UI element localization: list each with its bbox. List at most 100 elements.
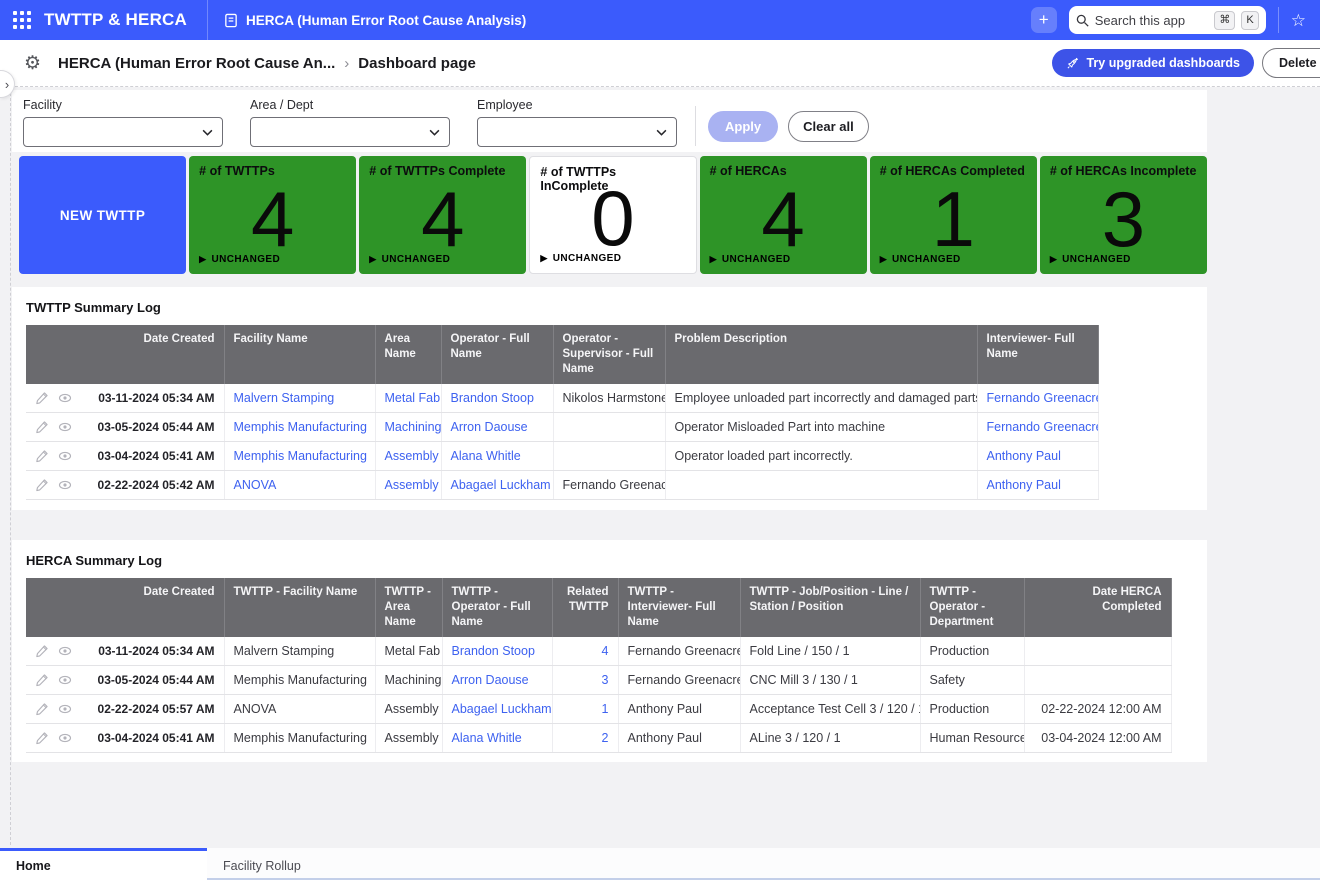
interviewer-link[interactable]: Fernando Greenacre: [977, 413, 1098, 442]
area-link[interactable]: Assembly: [375, 442, 441, 471]
view-eye-icon[interactable]: [58, 391, 72, 405]
interviewer-link[interactable]: Anthony Paul: [977, 471, 1098, 500]
kpi-trend-label: UNCHANGED: [1062, 254, 1131, 265]
view-eye-icon[interactable]: [58, 449, 72, 463]
kpi-card[interactable]: # of TWTTPs InComplete0▶UNCHANGED: [529, 156, 696, 274]
facility-link[interactable]: Malvern Stamping: [224, 384, 375, 413]
area-cell: Machining: [375, 666, 442, 695]
related-link[interactable]: 3: [552, 666, 618, 695]
app-grid-icon[interactable]: [12, 10, 32, 30]
edit-pencil-icon[interactable]: [35, 391, 49, 405]
add-button[interactable]: +: [1031, 7, 1057, 33]
edit-pencil-icon[interactable]: [35, 702, 49, 716]
job-cell: Acceptance Test Cell 3 / 120 / 1: [740, 695, 920, 724]
edit-pencil-icon[interactable]: [35, 644, 49, 658]
kpi-value: 0: [591, 179, 634, 257]
view-eye-icon[interactable]: [58, 731, 72, 745]
interviewer-link[interactable]: Anthony Paul: [977, 442, 1098, 471]
supervisor-cell: [553, 442, 665, 471]
kpi-trend-label: UNCHANGED: [892, 254, 961, 265]
area-dept-filter: Area / Dept: [250, 98, 450, 147]
column-header: TWTTP - Operator - Full Name: [442, 578, 552, 637]
breadcrumb-app-name[interactable]: HERCA (Human Error Root Cause An...: [58, 55, 335, 72]
clear-all-button[interactable]: Clear all: [788, 111, 869, 142]
page-tab-label: HERCA (Human Error Root Cause Analysis): [246, 13, 526, 28]
related-link[interactable]: 2: [552, 724, 618, 753]
delete-button[interactable]: Delete sa: [1262, 48, 1320, 78]
operator-link[interactable]: Arron Daouse: [442, 666, 552, 695]
view-eye-icon[interactable]: [58, 420, 72, 434]
job-cell: Fold Line / 150 / 1: [740, 637, 920, 666]
related-link[interactable]: 4: [552, 637, 618, 666]
column-header: TWTTP - Job/Position - Line / Station / …: [740, 578, 920, 637]
top-app-bar: TWTTP & HERCA HERCA (Human Error Root Ca…: [0, 0, 1320, 40]
footer-tab-home[interactable]: Home: [0, 848, 207, 880]
employee-label: Employee: [477, 98, 677, 112]
operator-link[interactable]: Arron Daouse: [441, 413, 553, 442]
edit-pencil-icon[interactable]: [35, 731, 49, 745]
chevron-down-icon: [202, 129, 213, 136]
search-input[interactable]: Search this app ⌘ K: [1069, 6, 1266, 34]
facility-link[interactable]: ANOVA: [224, 471, 375, 500]
employee-filter: Employee: [477, 98, 677, 147]
view-eye-icon[interactable]: [58, 702, 72, 716]
operator-link[interactable]: Brandon Stoop: [441, 384, 553, 413]
facility-select[interactable]: [23, 117, 223, 147]
twttp-summary-table: Date CreatedFacility NameArea NameOperat…: [26, 325, 1099, 500]
actions-date-cell: 03-11-2024 05:34 AM: [26, 384, 224, 413]
kpi-value: 3: [1102, 180, 1145, 258]
try-upgraded-dashboards-button[interactable]: Try upgraded dashboards: [1052, 49, 1254, 77]
employee-select[interactable]: [477, 117, 677, 147]
footer-tab-facility-rollup[interactable]: Facility Rollup: [207, 848, 317, 880]
area-link[interactable]: Assembly: [375, 471, 441, 500]
edit-pencil-icon[interactable]: [35, 420, 49, 434]
edit-pencil-icon[interactable]: [35, 673, 49, 687]
supervisor-cell: Fernando Greenacre: [553, 471, 665, 500]
operator-link[interactable]: Alana Whitle: [442, 724, 552, 753]
dept-cell: Production: [920, 695, 1024, 724]
kpi-trend-label: UNCHANGED: [211, 254, 280, 265]
actions-date-cell: 03-05-2024 05:44 AM: [26, 413, 224, 442]
operator-link[interactable]: Abagael Luckham: [441, 471, 553, 500]
related-link[interactable]: 1: [552, 695, 618, 724]
area-link[interactable]: Metal Fab: [375, 384, 441, 413]
view-eye-icon[interactable]: [58, 673, 72, 687]
actions-date-cell: 03-04-2024 05:41 AM: [26, 442, 224, 471]
settings-gear-icon[interactable]: ⚙: [24, 54, 41, 73]
new-twttp-button[interactable]: NEW TWTTP: [19, 156, 186, 274]
view-eye-icon[interactable]: [58, 478, 72, 492]
table-row: 03-04-2024 05:41 AMMemphis Manufacturing…: [26, 724, 1171, 753]
edit-pencil-icon[interactable]: [35, 449, 49, 463]
problem-cell: Employee unloaded part incorrectly and d…: [665, 384, 977, 413]
interviewer-link[interactable]: Fernando Greenacre: [977, 384, 1098, 413]
operator-link[interactable]: Alana Whitle: [441, 442, 553, 471]
kpi-card[interactable]: # of HERCAs Incomplete3▶UNCHANGED: [1040, 156, 1207, 274]
edit-pencil-icon[interactable]: [35, 478, 49, 492]
kpi-trend: ▶UNCHANGED: [880, 254, 961, 265]
apply-button[interactable]: Apply: [708, 111, 778, 142]
rocket-icon: [1066, 57, 1079, 70]
play-triangle-icon: ▶: [710, 254, 717, 265]
date-created-value: 02-22-2024 05:57 AM: [98, 702, 215, 716]
area-link[interactable]: Machining: [375, 413, 441, 442]
date-created-value: 03-04-2024 05:41 AM: [98, 449, 215, 463]
kpi-card[interactable]: # of TWTTPs4▶UNCHANGED: [189, 156, 356, 274]
view-eye-icon[interactable]: [58, 644, 72, 658]
area-dept-label: Area / Dept: [250, 98, 450, 112]
new-twttp-label: NEW TWTTP: [60, 208, 145, 223]
twttp-summary-title: TWTTP Summary Log: [12, 287, 1207, 325]
operator-link[interactable]: Brandon Stoop: [442, 637, 552, 666]
chevron-down-icon: [429, 129, 440, 136]
kpi-card[interactable]: # of HERCAs4▶UNCHANGED: [700, 156, 867, 274]
kpi-card[interactable]: # of HERCAs Completed1▶UNCHANGED: [870, 156, 1037, 274]
actions-date-cell: 02-22-2024 05:57 AM: [26, 695, 224, 724]
kpi-card[interactable]: # of TWTTPs Complete4▶UNCHANGED: [359, 156, 526, 274]
operator-link[interactable]: Abagael Luckham: [442, 695, 552, 724]
open-page-tab[interactable]: HERCA (Human Error Root Cause Analysis): [224, 13, 526, 28]
facility-link[interactable]: Memphis Manufacturing: [224, 442, 375, 471]
date-created-value: 03-11-2024 05:34 AM: [98, 644, 214, 658]
facility-link[interactable]: Memphis Manufacturing: [224, 413, 375, 442]
area-dept-select[interactable]: [250, 117, 450, 147]
favorite-star-icon[interactable]: ☆: [1291, 12, 1306, 29]
kpi-trend-label: UNCHANGED: [553, 253, 622, 264]
